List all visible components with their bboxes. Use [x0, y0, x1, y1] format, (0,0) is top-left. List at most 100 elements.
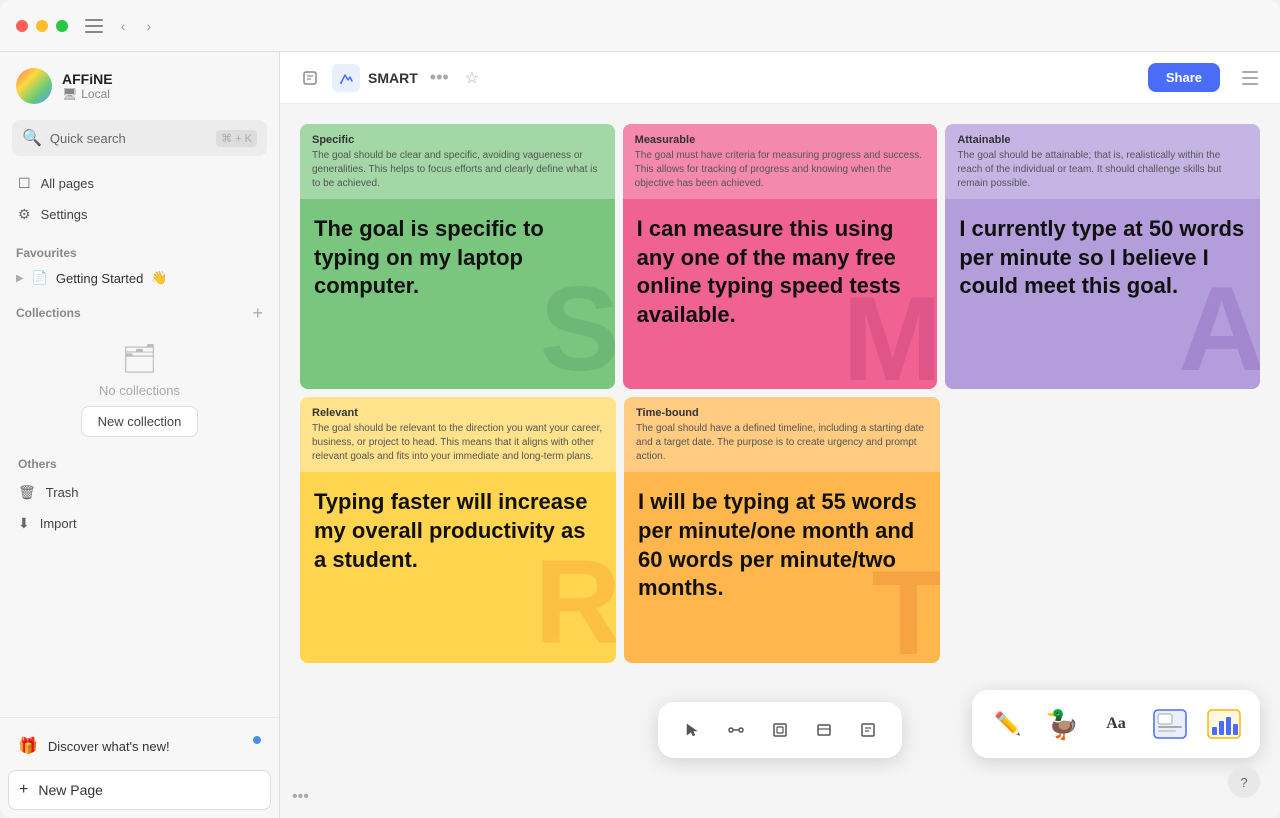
cards-row-2: Relevant The goal should be relevant to … [300, 397, 940, 662]
settings-icon: ⚙ [18, 206, 31, 223]
measurable-body-text: I can measure this using any one of the … [637, 215, 924, 329]
discover-icon: 🎁 [18, 736, 38, 756]
import-icon: ⬇ [18, 515, 30, 532]
timebound-label: Time-bound [636, 407, 928, 419]
profile-info: AFFiNE 🖥 Local [62, 71, 113, 101]
discover-badge [253, 736, 261, 744]
page-title: SMART [368, 70, 418, 86]
share-button[interactable]: Share [1148, 63, 1220, 92]
measurable-desc: The goal must have criteria for measurin… [635, 149, 926, 191]
new-page-plus-icon: + [19, 781, 28, 799]
relevant-card[interactable]: Relevant The goal should be relevant to … [300, 397, 616, 662]
sidebar-item-settings[interactable]: ⚙ Settings [8, 199, 271, 230]
search-text: Quick search [50, 131, 208, 146]
timebound-body: I will be typing at 55 words per minute/… [624, 472, 940, 662]
note-tool-button[interactable] [850, 712, 886, 748]
bottom-dots-menu[interactable]: ••• [280, 776, 321, 818]
specific-label: Specific [312, 134, 603, 146]
search-bar[interactable]: 🔍 Quick search ⌘ + K [12, 120, 267, 156]
collections-header: Collections + [16, 304, 263, 322]
sidebar-item-all-pages[interactable]: ☐ All pages [8, 168, 271, 199]
close-window-button[interactable] [16, 20, 28, 32]
page-type-icon[interactable] [296, 64, 324, 92]
embed-tool-button[interactable] [806, 712, 842, 748]
trash-icon: 🗑 [18, 484, 36, 501]
minimize-window-button[interactable] [36, 20, 48, 32]
sidebar-item-import[interactable]: ⬇ Import [8, 508, 271, 539]
forward-arrow-icon[interactable]: › [138, 15, 160, 37]
favourite-icon[interactable]: ☆ [461, 64, 483, 92]
discover-label: Discover what's new! [48, 739, 170, 754]
right-sidebar-toggle-icon[interactable] [1236, 64, 1264, 92]
new-page-button[interactable]: + New Page [8, 770, 271, 810]
relevant-header: Relevant The goal should be relevant to … [300, 397, 616, 472]
others-section: Others 🗑 Trash ⬇ Import [0, 445, 279, 547]
trash-label: Trash [46, 485, 79, 500]
relevant-body-text: Typing faster will increase my overall p… [314, 488, 602, 574]
discover-button[interactable]: 🎁 Discover what's new! [8, 726, 271, 766]
collections-empty-text: No collections [99, 383, 180, 398]
right-toolbar: ✏️ 🦆 Aa [972, 690, 1260, 758]
frame-tool-button[interactable] [762, 712, 798, 748]
measurable-card[interactable]: Measurable The goal must have criteria f… [623, 124, 938, 389]
content-area: SMART ••• ☆ Share [280, 52, 1280, 818]
connect-tool-button[interactable] [718, 712, 754, 748]
help-button[interactable]: ? [1228, 766, 1260, 798]
cards-row-1: Specific The goal should be clear and sp… [300, 124, 1260, 389]
edgeless-mode-icon[interactable] [332, 64, 360, 92]
relevant-body: Typing faster will increase my overall p… [300, 472, 616, 652]
back-arrow-icon[interactable]: ‹ [112, 15, 134, 37]
page-icon: 📄 [32, 270, 48, 286]
specific-card[interactable]: Specific The goal should be clear and sp… [300, 124, 615, 389]
select-tool-button[interactable] [674, 712, 710, 748]
sidebar-bottom: 🎁 Discover what's new! + New Page [0, 717, 279, 818]
timebound-card[interactable]: Time-bound The goal should have a define… [624, 397, 940, 662]
sidebar-nav: ☐ All pages ⚙ Settings [0, 164, 279, 234]
avatar [16, 68, 52, 104]
getting-started-label: Getting Started [56, 271, 143, 286]
measurable-header: Measurable The goal must have criteria f… [623, 124, 938, 199]
specific-desc: The goal should be clear and specific, a… [312, 149, 603, 191]
search-icon: 🔍 [22, 128, 42, 148]
import-label: Import [40, 516, 77, 531]
more-options-icon[interactable]: ••• [426, 63, 453, 92]
others-title: Others [8, 453, 271, 477]
profile-section: AFFiNE 🖥 Local [0, 52, 279, 116]
specific-body-text: The goal is specific to typing on my lap… [314, 215, 601, 301]
pen-tool-item[interactable]: ✏️ [984, 700, 1032, 748]
maximize-window-button[interactable] [56, 20, 68, 32]
collections-empty-icon: 🗂 [122, 342, 158, 375]
new-page-label: New Page [38, 782, 103, 798]
attainable-label: Attainable [957, 134, 1248, 146]
text-tool-item[interactable]: Aa [1092, 700, 1140, 748]
timebound-desc: The goal should have a defined timeline,… [636, 422, 928, 464]
titlebar: ‹ › [0, 0, 1280, 52]
image-tool-item[interactable] [1146, 700, 1194, 748]
sidebar-item-trash[interactable]: 🗑 Trash [8, 477, 271, 508]
measurable-body: I can measure this using any one of the … [623, 199, 938, 389]
sidebar-item-getting-started[interactable]: ▶ 📄 Getting Started 👋 [0, 264, 279, 292]
duck-sticker-item[interactable]: 🦆 [1038, 700, 1086, 748]
traffic-lights [16, 20, 68, 32]
new-collection-button[interactable]: New collection [81, 406, 199, 437]
timebound-header: Time-bound The goal should have a define… [624, 397, 940, 472]
favourites-title: Favourites [16, 246, 77, 260]
attainable-header: Attainable The goal should be attainable… [945, 124, 1260, 199]
attainable-body-text: I currently type at 50 words per minute … [959, 215, 1246, 301]
chart-tool-item[interactable] [1200, 700, 1248, 748]
sidebar: AFFiNE 🖥 Local 🔍 Quick search ⌘ + K ☐ Al… [0, 52, 280, 818]
sidebar-toggle-icon[interactable] [80, 15, 108, 37]
profile-name: AFFiNE [62, 71, 113, 87]
relevant-desc: The goal should be relevant to the direc… [312, 422, 604, 464]
favourites-header: Favourites [16, 246, 263, 260]
location-icon: 🖥 [62, 87, 77, 101]
attainable-desc: The goal should be attainable; that is, … [957, 149, 1248, 191]
measurable-label: Measurable [635, 134, 926, 146]
attainable-card[interactable]: Attainable The goal should be attainable… [945, 124, 1260, 389]
bottom-toolbar [658, 702, 902, 758]
add-collection-icon[interactable]: + [252, 304, 263, 322]
all-pages-label: All pages [41, 176, 94, 191]
topbar: SMART ••• ☆ Share [280, 52, 1280, 104]
canvas[interactable]: Specific The goal should be clear and sp… [280, 104, 1280, 818]
collections-empty-state: 🗂 No collections New collection [0, 326, 279, 445]
